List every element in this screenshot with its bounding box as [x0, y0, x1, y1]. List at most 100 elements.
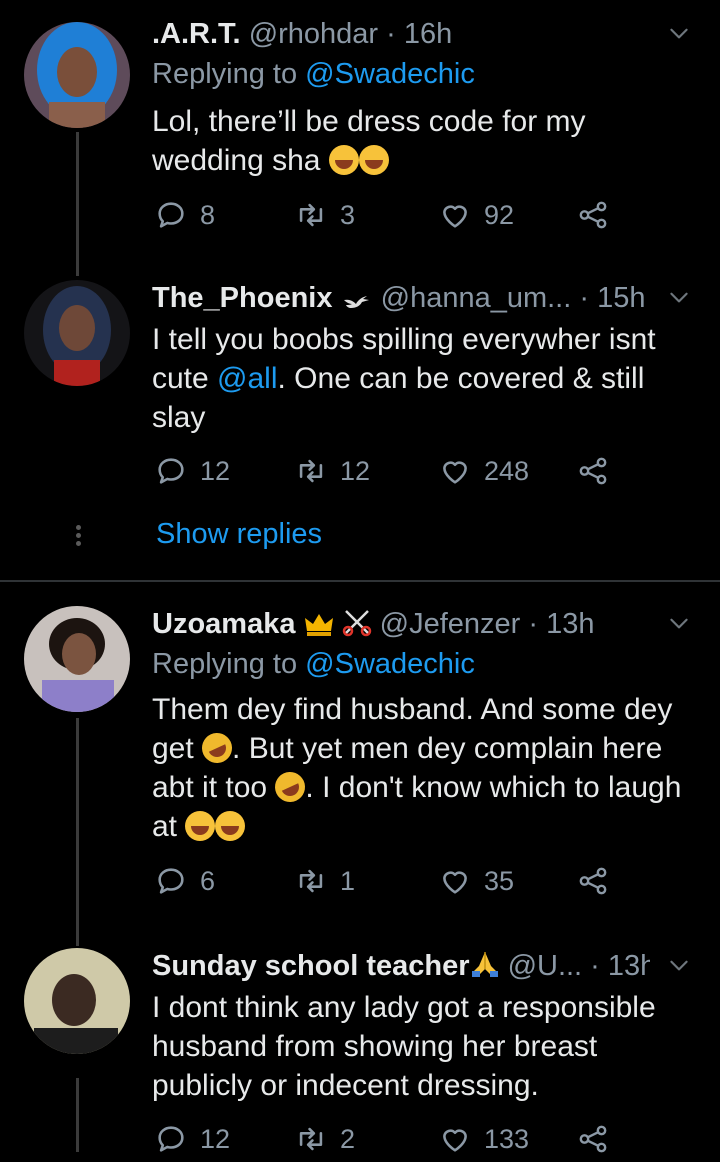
user-handle[interactable]: @hanna_um... [381, 282, 572, 314]
folded-hands-icon [470, 949, 500, 988]
tweet[interactable]: Uzoamaka @Jefenzer · 13h Replying to @Sw… [0, 606, 720, 906]
reply-button[interactable]: 12 [154, 454, 230, 488]
display-name[interactable]: Sunday school teacher [152, 950, 470, 982]
retweet-icon [294, 1122, 328, 1156]
chevron-down-icon[interactable] [666, 284, 692, 310]
display-name[interactable]: .A.R.T. [152, 18, 241, 50]
heart-icon [438, 198, 472, 232]
tweet-text-line: . But yet men dey complain here [232, 732, 663, 765]
like-count: 35 [484, 865, 515, 896]
timestamp[interactable]: 13h [608, 950, 650, 982]
like-count: 133 [484, 1123, 530, 1154]
retweet-button[interactable]: 12 [294, 454, 370, 488]
tweet-actions: 12 2 133 [152, 1122, 632, 1162]
timestamp[interactable]: 13h [546, 608, 594, 640]
display-name[interactable]: Uzoamaka [152, 608, 295, 640]
share-icon [576, 454, 610, 488]
tweet-header: Uzoamaka @Jefenzer · 13h [152, 606, 650, 646]
tweet-header: .A.R.T. @rhohdar · 16h [152, 16, 650, 52]
replying-to: Replying to @Swadechic [152, 646, 475, 682]
reply-mention-link[interactable]: @Swadechic [305, 648, 475, 680]
tweet-text-line: . I don't know which to laugh [305, 771, 682, 804]
tweet[interactable]: The_Phoenix @hanna_um... · 15h I tell yo… [0, 280, 720, 570]
laughing-emoji-icon [215, 811, 246, 841]
heart-icon [438, 454, 472, 488]
tweet-text-line: cute [152, 362, 218, 395]
avatar[interactable] [24, 22, 130, 128]
tweet-actions: 12 12 248 [152, 454, 632, 494]
reply-count: 8 [200, 199, 216, 230]
retweet-count: 3 [340, 199, 356, 230]
tweet-text-line: I tell you boobs spilling everywher isnt [152, 323, 656, 356]
reply-count: 12 [200, 455, 231, 486]
timestamp[interactable]: 15h [597, 282, 645, 314]
like-count: 92 [484, 199, 515, 230]
retweet-button[interactable]: 3 [294, 198, 355, 232]
like-button[interactable]: 35 [438, 864, 514, 898]
dove-icon [341, 284, 373, 320]
reply-count: 6 [200, 865, 216, 896]
tweet-text: I tell you boobs spilling everywher isnt… [152, 320, 700, 437]
replying-to: Replying to @Swadechic [152, 56, 475, 92]
mention-link[interactable]: @all [217, 362, 277, 395]
tweet-header: The_Phoenix @hanna_um... · 15h [152, 280, 650, 320]
replying-to-label: Replying to [152, 58, 306, 90]
chevron-down-icon[interactable] [666, 20, 692, 46]
reply-button[interactable]: 8 [154, 198, 215, 232]
show-replies-link[interactable]: Show replies [156, 518, 322, 551]
retweet-count: 1 [340, 865, 356, 896]
laughing-emoji-icon [185, 811, 216, 841]
reply-mention-link[interactable]: @Swadechic [305, 58, 475, 90]
avatar[interactable] [24, 948, 130, 1054]
tweet[interactable]: Sunday school teacher @U... · 13h I dont… [0, 948, 720, 1154]
retweet-icon [294, 864, 328, 898]
tweet-text: I dont think any lady got a responsible … [152, 988, 700, 1105]
reply-button[interactable]: 12 [154, 1122, 230, 1156]
chevron-down-icon[interactable] [666, 610, 692, 636]
tweet-text-line: I dont think any lady got a responsible [152, 991, 656, 1024]
share-button[interactable] [576, 198, 622, 232]
tweet-text-line: Lol, there’ll be dress code for my [152, 105, 586, 138]
display-name[interactable]: The_Phoenix [152, 282, 333, 314]
laughing-emoji-icon [328, 145, 359, 175]
share-button[interactable] [576, 864, 622, 898]
tweet-text-line: Them dey find husband. And some dey [152, 693, 673, 726]
retweet-icon [294, 454, 328, 488]
timestamp[interactable]: 16h [404, 18, 452, 50]
share-button[interactable] [576, 1122, 622, 1156]
tweet-header: Sunday school teacher @U... · 13h [152, 948, 650, 988]
like-button[interactable]: 248 [438, 454, 529, 488]
tweet-text: Them dey find husband. And some dey get … [152, 690, 700, 846]
tweet-text-line: . One can be covered & still [277, 362, 645, 395]
separator: · [571, 282, 598, 314]
retweet-count: 2 [340, 1123, 356, 1154]
chevron-down-icon[interactable] [666, 952, 692, 978]
avatar[interactable] [24, 606, 130, 712]
reply-icon [154, 454, 188, 488]
retweet-button[interactable]: 2 [294, 1122, 355, 1156]
separator: · [378, 18, 404, 50]
reply-button[interactable]: 6 [154, 864, 215, 898]
heart-icon [438, 1122, 472, 1156]
heart-icon [438, 864, 472, 898]
separator: · [520, 608, 547, 640]
tweet-text-line: abt it too [152, 771, 276, 804]
avatar[interactable] [24, 280, 130, 386]
like-button[interactable]: 92 [438, 198, 514, 232]
user-handle[interactable]: @Jefenzer [380, 608, 521, 640]
reply-count: 12 [200, 1123, 231, 1154]
laughing-emoji-icon [358, 145, 389, 175]
user-handle[interactable]: @U... [508, 950, 583, 982]
rofl-emoji-icon [197, 728, 237, 768]
reply-icon [154, 198, 188, 232]
separator: · [582, 950, 608, 982]
user-handle[interactable]: @rhohdar [249, 18, 378, 50]
tweet[interactable]: .A.R.T. @rhohdar · 16h Replying to @Swad… [0, 16, 720, 256]
retweet-button[interactable]: 1 [294, 864, 355, 898]
tweet-text-line: husband from showing her breast [152, 1030, 598, 1063]
like-button[interactable]: 133 [438, 1122, 529, 1156]
share-button[interactable] [576, 454, 622, 488]
tweet-text-line: publicly or indecent dressing. [152, 1069, 539, 1102]
reply-icon [154, 1122, 188, 1156]
retweet-icon [294, 198, 328, 232]
